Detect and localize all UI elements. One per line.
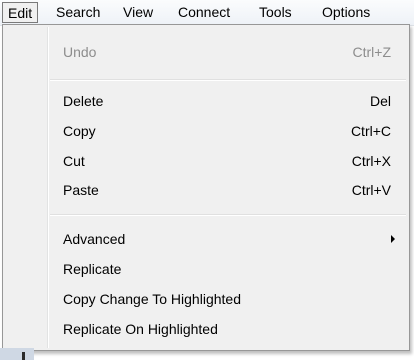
background-window-frame <box>22 352 25 360</box>
menu-item-replicate-on-highlighted[interactable]: Replicate On Highlighted <box>3 314 409 344</box>
menu-edit[interactable]: Edit <box>2 2 39 23</box>
menu-item-label: Delete <box>63 93 104 109</box>
background-window-edge <box>0 348 34 360</box>
menu-item-copy[interactable]: Copy Ctrl+C <box>3 116 409 146</box>
menu-connect[interactable]: Connect <box>178 0 230 25</box>
menu-item-shortcut: Ctrl+C <box>350 123 391 139</box>
menu-item-label: Replicate <box>63 261 122 277</box>
menu-bar: Edit Search View Connect Tools Options <box>0 0 414 26</box>
menu-item-cut[interactable]: Cut Ctrl+X <box>3 146 409 176</box>
menu-item-label: Copy Change To Highlighted <box>63 291 241 307</box>
chevron-right-icon <box>391 235 395 243</box>
menu-item-label: Paste <box>63 182 99 198</box>
menu-view[interactable]: View <box>123 0 153 25</box>
menu-options[interactable]: Options <box>322 0 370 25</box>
menu-separator <box>50 214 406 216</box>
menu-separator <box>50 79 406 81</box>
menu-item-label: Undo <box>63 44 97 60</box>
menu-item-delete[interactable]: Delete Del <box>3 86 409 116</box>
edit-menu-dropdown: Undo Ctrl+Z Delete Del Copy Ctrl+C Cut C… <box>2 24 410 351</box>
menu-item-label: Copy <box>63 123 96 139</box>
menu-item-replicate[interactable]: Replicate <box>3 254 409 284</box>
menu-item-advanced[interactable]: Advanced <box>3 224 409 254</box>
menu-item-label: Replicate On Highlighted <box>63 321 218 337</box>
menu-item-shortcut: Ctrl+Z <box>352 44 392 60</box>
menu-tools[interactable]: Tools <box>259 0 292 25</box>
application-window: Edit Search View Connect Tools Options U… <box>0 0 414 360</box>
menu-item-label: Advanced <box>63 231 126 247</box>
menu-item-shortcut: Ctrl+V <box>351 182 391 198</box>
menu-item-paste[interactable]: Paste Ctrl+V <box>3 175 409 205</box>
menu-item-label: Cut <box>63 153 85 169</box>
menu-item-copy-change-to-highlighted[interactable]: Copy Change To Highlighted <box>3 284 409 314</box>
menu-item-shortcut: Ctrl+X <box>351 153 391 169</box>
menu-search[interactable]: Search <box>56 0 100 25</box>
menu-item-shortcut: Del <box>369 93 391 109</box>
menu-item-undo[interactable]: Undo Ctrl+Z <box>3 37 409 67</box>
